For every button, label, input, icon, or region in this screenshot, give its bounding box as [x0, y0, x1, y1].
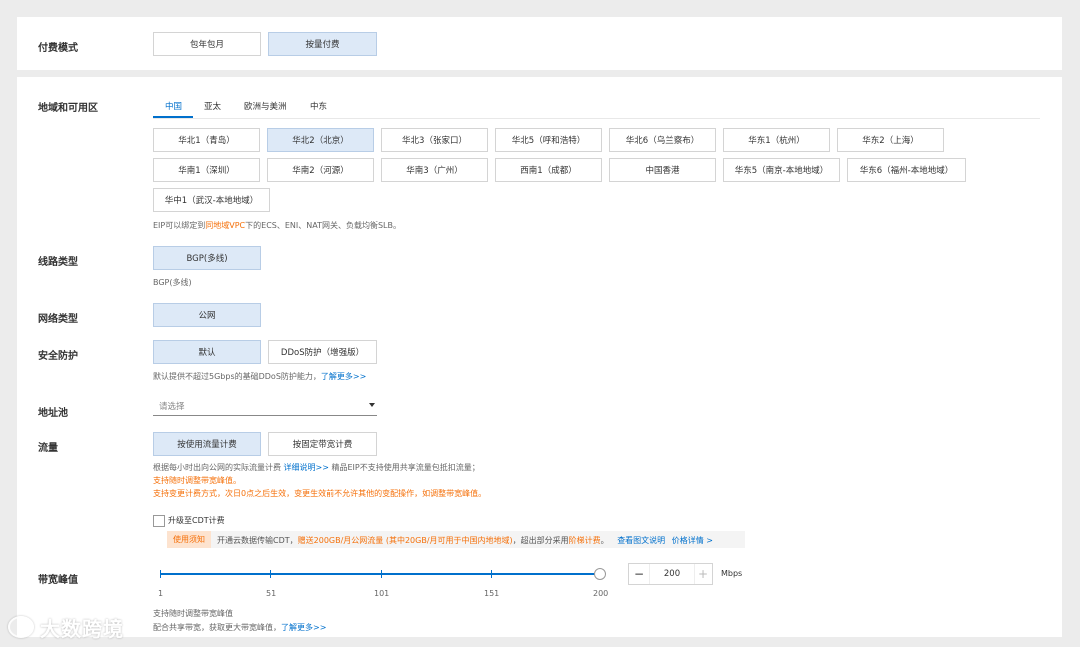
security-note: 默认提供不超过5Gbps的基础DDoS防护能力，了解更多>>	[153, 371, 366, 382]
bandwidth-stepper: − 200 +	[628, 563, 713, 585]
line-type-label: 线路类型	[38, 257, 78, 268]
traffic-note-2: 支持随时调整带宽峰值。	[153, 476, 241, 485]
bandwidth-learn-more-link[interactable]: 了解更多>>	[281, 623, 326, 632]
watermark: 大数跨境	[8, 612, 124, 642]
security-learn-more-link[interactable]: 了解更多>>	[321, 372, 366, 381]
cdt-checkbox-label: 升级至CDT计费	[168, 516, 225, 525]
zone-option[interactable]: 华北6（乌兰察布）	[609, 128, 716, 152]
zone-option[interactable]: 西南1（成都）	[495, 158, 602, 182]
cdt-text-end: 。	[600, 536, 609, 545]
bandwidth-note-1: 支持随时调整带宽峰值	[153, 609, 233, 618]
cdt-tiered-billing-text: 阶梯计费	[568, 536, 601, 545]
zone-option[interactable]: 华东5（南京-本地地域）	[723, 158, 840, 182]
cdt-checkbox[interactable]	[153, 515, 165, 527]
same-region-vpc-link[interactable]: 同地域VPC	[205, 221, 245, 230]
bandwidth-tick-label: 200	[593, 589, 609, 598]
minus-button[interactable]: −	[629, 564, 649, 584]
zone-option[interactable]: 华东2（上海）	[837, 128, 944, 152]
cdt-text-prefix: 开通云数据传输CDT，	[217, 536, 298, 545]
plus-button[interactable]: +	[693, 564, 713, 584]
cdt-notice-text: 开通云数据传输CDT，赠送200GB/月公网流量 (其中20GB/月可用于中国内…	[217, 535, 713, 546]
bandwidth-slider-handle[interactable]	[594, 568, 606, 580]
watermark-text: 大数跨境	[40, 616, 124, 641]
zone-option[interactable]: 华南3（广州）	[381, 158, 488, 182]
zone-option[interactable]: 华中1（武汉-本地地域）	[153, 188, 270, 212]
zone-option[interactable]: 华东1（杭州）	[723, 128, 830, 152]
address-pool-select[interactable]: 请选择	[153, 395, 377, 416]
bandwidth-slider[interactable]	[160, 568, 606, 580]
cdt-price-link[interactable]: 价格详情 >	[672, 536, 713, 545]
region-note-suffix: 下的ECS、ENI、NAT网关、负载均衡SLB。	[245, 221, 402, 230]
security-ddos-option[interactable]: DDoS防护（增强版）	[268, 340, 377, 364]
tab-europe-americas[interactable]: 欧洲与美洲	[244, 100, 287, 112]
zone-option-selected[interactable]: 华北2（北京）	[267, 128, 374, 152]
address-pool-placeholder: 请选择	[159, 402, 185, 412]
traffic-note-1: 根据每小时出向公网的实际流量计费 详细说明>> 精品EIP不支持使用共享流量包抵…	[153, 462, 480, 473]
network-type-public-option[interactable]: 公网	[153, 303, 261, 327]
billing-option-subscription[interactable]: 包年包月	[153, 32, 261, 56]
zone-option[interactable]: 华南2（河源）	[267, 158, 374, 182]
bandwidth-label: 带宽峰值	[38, 575, 78, 586]
region-note-prefix: EIP可以绑定到	[153, 221, 206, 230]
bandwidth-note-2-text: 配合共享带宽，获取更大带宽峰值，	[153, 623, 281, 632]
region-note: EIP可以绑定到同地域VPC下的ECS、ENI、NAT网关、负载均衡SLB。	[153, 220, 401, 231]
traffic-by-bandwidth-option[interactable]: 按固定带宽计费	[268, 432, 377, 456]
chevron-down-icon	[369, 403, 375, 407]
bandwidth-tick	[270, 570, 271, 578]
watermark-logo-icon	[8, 616, 34, 638]
bandwidth-tick-label: 1	[158, 589, 164, 598]
bandwidth-tick	[381, 570, 382, 578]
bandwidth-tick-label: 151	[484, 589, 500, 598]
cdt-guide-link[interactable]: 查看图文说明	[617, 536, 665, 545]
tab-middle-east[interactable]: 中东	[310, 100, 327, 112]
network-type-label: 网络类型	[38, 314, 78, 325]
line-type-note: BGP(多线)	[153, 278, 192, 287]
traffic-by-usage-option[interactable]: 按使用流量计费	[153, 432, 261, 456]
zone-option[interactable]: 中国香港	[609, 158, 716, 182]
region-tabs: 中国 亚太 欧洲与美洲 中东	[153, 92, 1040, 119]
security-default-option[interactable]: 默认	[153, 340, 261, 364]
cdt-notice-tag: 使用须知	[167, 531, 211, 548]
billing-card: 付费模式 包年包月 按量付费	[17, 17, 1062, 70]
bandwidth-value-input[interactable]: 200	[649, 564, 695, 584]
cdt-text-mid: ，超出部分采用	[512, 536, 569, 545]
zone-option[interactable]: 华北5（呼和浩特）	[495, 128, 602, 152]
zone-option[interactable]: 华南1（深圳）	[153, 158, 260, 182]
billing-label: 付费模式	[38, 43, 78, 54]
line-type-bgp-option[interactable]: BGP(多线)	[153, 246, 261, 270]
bandwidth-unit: Mbps	[721, 569, 743, 578]
traffic-details-link[interactable]: 详细说明>>	[284, 463, 329, 472]
tab-asia-pacific[interactable]: 亚太	[204, 100, 221, 112]
tab-active-underline	[153, 116, 193, 118]
address-pool-label: 地址池	[38, 408, 68, 419]
zone-option[interactable]: 华北1（青岛）	[153, 128, 260, 152]
zone-option[interactable]: 华北3（张家口）	[381, 128, 488, 152]
bandwidth-slider-track	[160, 573, 600, 575]
bandwidth-tick-label: 51	[266, 589, 277, 598]
traffic-note-3: 支持变更计费方式，次日0点之后生效，变更生效前不允许其他的变配操作，如调整带宽峰…	[153, 489, 487, 498]
security-note-text: 默认提供不超过5Gbps的基础DDoS防护能力，	[153, 372, 321, 381]
traffic-note-1-prefix: 根据每小时出向公网的实际流量计费	[153, 463, 281, 472]
bandwidth-note-2: 配合共享带宽，获取更大带宽峰值，了解更多>>	[153, 622, 326, 633]
traffic-label: 流量	[38, 443, 58, 454]
cdt-free-traffic-text: 赠送200GB/月公网流量 (其中20GB/月可用于中国内地地域)	[297, 536, 513, 545]
security-label: 安全防护	[38, 351, 78, 362]
bandwidth-tick-label: 101	[374, 589, 390, 598]
bandwidth-tick	[160, 570, 161, 578]
region-label: 地域和可用区	[38, 103, 98, 114]
traffic-note-1-suffix: 精品EIP不支持使用共享流量包抵扣流量；	[331, 463, 480, 472]
zone-option[interactable]: 华东6（福州-本地地域）	[847, 158, 966, 182]
billing-option-payg[interactable]: 按量付费	[268, 32, 377, 56]
config-card: 地域和可用区 中国 亚太 欧洲与美洲 中东 华北1（青岛） 华北2（北京） 华北…	[17, 77, 1062, 637]
bandwidth-tick	[491, 570, 492, 578]
cdt-notice-bar: 使用须知 开通云数据传输CDT，赠送200GB/月公网流量 (其中20GB/月可…	[167, 531, 745, 548]
tab-china[interactable]: 中国	[165, 100, 182, 112]
